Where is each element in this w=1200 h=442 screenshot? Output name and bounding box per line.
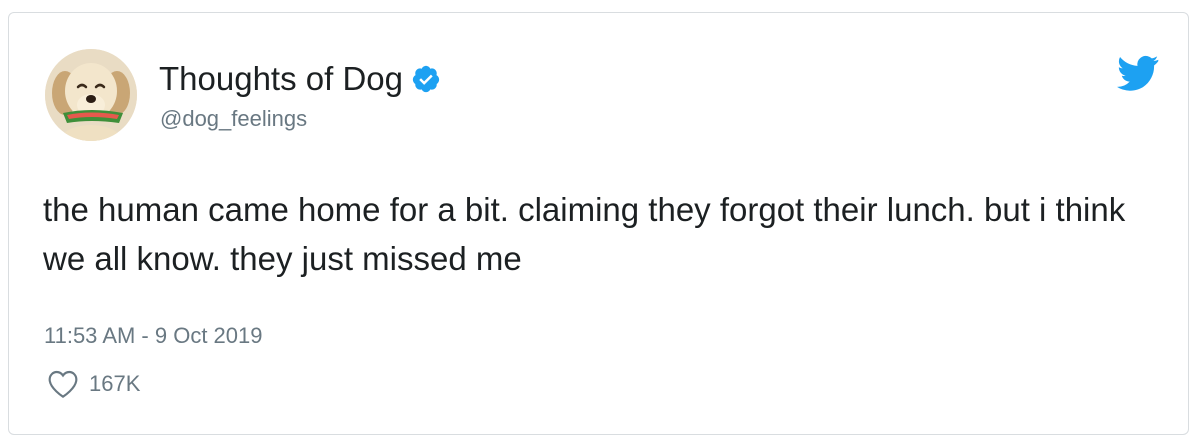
tweet-timestamp[interactable]: 11:53 AM - 9 Oct 2019 bbox=[44, 323, 263, 349]
twitter-bird-icon[interactable] bbox=[1117, 55, 1159, 91]
verified-badge-icon bbox=[412, 65, 440, 93]
author-handle[interactable]: @dog_feelings bbox=[160, 106, 307, 132]
like-button[interactable]: 167K bbox=[47, 369, 140, 399]
tweet-text: the human came home for a bit. claiming … bbox=[43, 191, 1126, 277]
author-name-row[interactable]: Thoughts of Dog bbox=[159, 59, 441, 99]
tweet-card[interactable]: Thoughts of Dog @dog_feelings the human … bbox=[8, 12, 1189, 435]
heart-icon[interactable] bbox=[47, 369, 79, 399]
like-count: 167K bbox=[89, 371, 141, 396]
author-display-name[interactable]: Thoughts of Dog bbox=[159, 59, 403, 99]
avatar[interactable] bbox=[45, 49, 137, 141]
